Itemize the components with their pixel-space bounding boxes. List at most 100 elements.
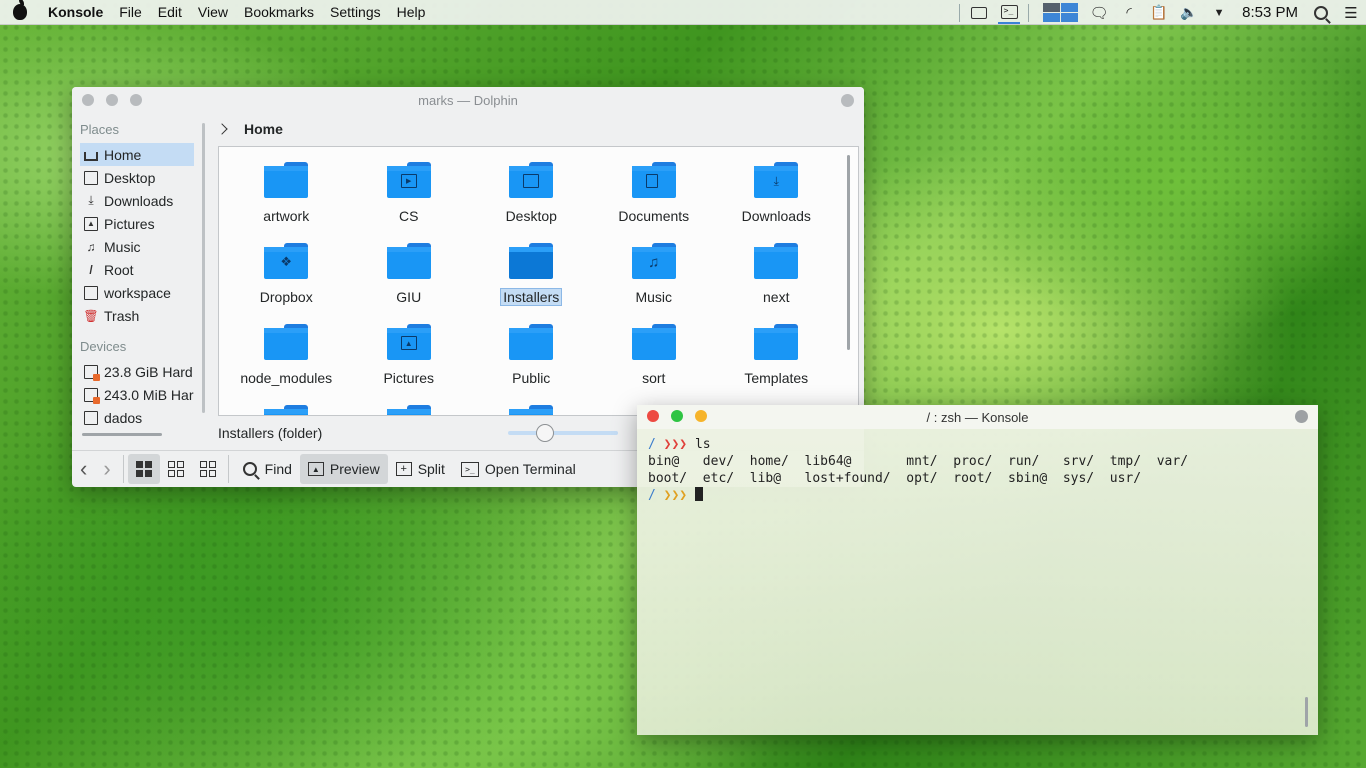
search-icon bbox=[241, 460, 259, 478]
sidebar-item-music[interactable]: ♫ Music bbox=[80, 235, 194, 258]
folder-icon bbox=[264, 405, 309, 415]
folder-item-node-modules[interactable]: node_modules bbox=[225, 317, 348, 398]
window-menu-button[interactable] bbox=[1295, 410, 1308, 423]
zoom-slider-track[interactable] bbox=[508, 431, 618, 435]
folder-item-documents[interactable]: Documents bbox=[593, 155, 716, 236]
sidebar-item-trash[interactable]: 🗑 Trash bbox=[80, 304, 194, 327]
status-text: Installers (folder) bbox=[218, 425, 323, 441]
dolphin-titlebar[interactable]: marks — Dolphin bbox=[72, 87, 864, 114]
compact-view-button[interactable] bbox=[160, 454, 192, 484]
hamburger-menu-icon[interactable]: ☰ bbox=[1340, 4, 1362, 22]
file-name: Installers bbox=[500, 288, 563, 306]
apple-menu-icon[interactable] bbox=[0, 0, 40, 25]
file-name: artwork bbox=[263, 208, 310, 224]
trash-icon: 🗑 bbox=[83, 308, 99, 323]
notes-icon[interactable]: 🗨 bbox=[1088, 4, 1110, 22]
output-line: boot/ etc/ lib@ lost+found/ opt/ root/ s… bbox=[648, 471, 1142, 486]
clipboard-icon[interactable]: 📋 bbox=[1148, 4, 1170, 22]
places-scrollbar[interactable] bbox=[202, 123, 205, 413]
devices-header: Devices bbox=[80, 339, 127, 354]
sidebar-item-home[interactable]: Home bbox=[80, 143, 194, 166]
compact-view-icon bbox=[167, 461, 184, 477]
folder-item-cs[interactable]: ▶ CS bbox=[348, 155, 471, 236]
sidebar-item-downloads[interactable]: ⤓ Downloads bbox=[80, 189, 194, 212]
menu-file[interactable]: File bbox=[111, 0, 150, 25]
forward-arrow-icon[interactable]: › bbox=[95, 454, 118, 484]
download-icon: ⤓ bbox=[88, 193, 94, 207]
folder-item-giu[interactable]: GIU bbox=[348, 236, 471, 317]
open-terminal-label: Open Terminal bbox=[484, 461, 576, 477]
terminal-scrollbar[interactable] bbox=[1305, 697, 1308, 727]
menu-view[interactable]: View bbox=[190, 0, 236, 25]
sidebar-item-root[interactable]: / Root bbox=[80, 258, 194, 281]
sidebar-item-label: Desktop bbox=[104, 169, 156, 186]
maximize-button[interactable] bbox=[130, 94, 142, 106]
search-icon[interactable] bbox=[1310, 4, 1332, 22]
folder-item-downloads[interactable]: ⤓ Downloads bbox=[715, 155, 838, 236]
close-button[interactable] bbox=[82, 94, 94, 106]
folder-item-templates[interactable]: Templates bbox=[715, 317, 838, 398]
folder-item-next[interactable]: next bbox=[715, 236, 838, 317]
places-horizontal-scrollbar[interactable] bbox=[82, 433, 162, 436]
folder-item-partial[interactable] bbox=[348, 398, 471, 415]
folder-item-partial[interactable] bbox=[470, 398, 593, 415]
folder-item-public[interactable]: Public bbox=[470, 317, 593, 398]
minimize-button[interactable] bbox=[671, 410, 683, 422]
split-button[interactable]: + Split bbox=[388, 454, 453, 484]
prompt-path: / bbox=[648, 437, 656, 452]
folder-item-desktop[interactable]: Desktop bbox=[470, 155, 593, 236]
preview-button[interactable]: ▲ Preview bbox=[299, 454, 388, 484]
sidebar-item-device-2[interactable]: 243.0 MiB Hard bbox=[80, 383, 194, 406]
konsole-titlebar[interactable]: / : zsh — Konsole bbox=[637, 405, 1318, 429]
breadcrumb-home[interactable]: Home bbox=[244, 121, 283, 137]
file-name: next bbox=[763, 289, 790, 305]
sidebar-item-dados[interactable]: dados bbox=[80, 406, 194, 429]
zoom-slider-handle[interactable] bbox=[536, 424, 554, 442]
tray-divider bbox=[959, 3, 961, 22]
menu-help[interactable]: Help bbox=[389, 0, 434, 25]
chevron-right-icon[interactable] bbox=[216, 123, 228, 135]
folder-icon bbox=[509, 405, 554, 415]
back-arrow-icon[interactable]: ‹ bbox=[72, 454, 95, 484]
terminal-icon: >_ bbox=[460, 461, 479, 477]
konsole-task-icon[interactable]: >_ bbox=[998, 2, 1021, 24]
folder-item-partial[interactable] bbox=[225, 398, 348, 415]
details-view-button[interactable] bbox=[192, 454, 224, 484]
window-menu-button[interactable] bbox=[841, 94, 854, 107]
folder-item-dropbox[interactable]: ❖ Dropbox bbox=[225, 236, 348, 317]
close-button[interactable] bbox=[647, 410, 659, 422]
folder-item-sort[interactable]: sort bbox=[593, 317, 716, 398]
desktop-folder-icon bbox=[509, 162, 554, 198]
folder-item-installers[interactable]: Installers bbox=[470, 236, 593, 317]
menu-edit[interactable]: Edit bbox=[150, 0, 190, 25]
minimize-button[interactable] bbox=[106, 94, 118, 106]
terminal-area[interactable]: / ❯❯❯ ls bin@ dev/ home/ lib64@ mnt/ pro… bbox=[637, 429, 1318, 504]
sidebar-item-label: Trash bbox=[104, 307, 140, 324]
wifi-icon[interactable]: ◜ bbox=[1118, 4, 1140, 22]
clock[interactable]: 8:53 PM bbox=[1234, 4, 1306, 21]
find-button[interactable]: Find bbox=[233, 454, 300, 484]
sidebar-item-workspace[interactable]: workspace bbox=[80, 281, 194, 304]
sidebar-item-device-1[interactable]: 23.8 GiB Hard D bbox=[80, 360, 194, 383]
icons-view-icon bbox=[135, 461, 152, 477]
volume-icon[interactable]: 🔈 bbox=[1178, 4, 1200, 22]
folder-item-artwork[interactable]: artwork bbox=[225, 155, 348, 236]
desktop-icon bbox=[84, 170, 98, 185]
maximize-button[interactable] bbox=[695, 410, 707, 422]
dolphin-task-icon[interactable] bbox=[968, 4, 990, 22]
folder-item-pictures[interactable]: ▲ Pictures bbox=[348, 317, 471, 398]
folder-item-music[interactable]: ♫ Music bbox=[593, 236, 716, 317]
file-name: Downloads bbox=[741, 208, 811, 224]
open-terminal-button[interactable]: >_ Open Terminal bbox=[453, 454, 584, 484]
chevron-down-icon[interactable]: ▼ bbox=[1208, 4, 1230, 22]
window-title: / : zsh — Konsole bbox=[926, 409, 1029, 425]
folder-icon bbox=[264, 324, 309, 360]
file-view-scrollbar[interactable] bbox=[847, 155, 850, 350]
icons-view-button[interactable] bbox=[127, 454, 160, 484]
sidebar-item-pictures[interactable]: ▲ Pictures bbox=[80, 212, 194, 235]
app-menu[interactable]: Konsole bbox=[40, 0, 111, 25]
menu-bookmarks[interactable]: Bookmarks bbox=[236, 0, 322, 25]
menu-settings[interactable]: Settings bbox=[322, 0, 389, 25]
sidebar-item-desktop[interactable]: Desktop bbox=[80, 166, 194, 189]
virtual-desktop-pager[interactable] bbox=[1043, 3, 1079, 22]
